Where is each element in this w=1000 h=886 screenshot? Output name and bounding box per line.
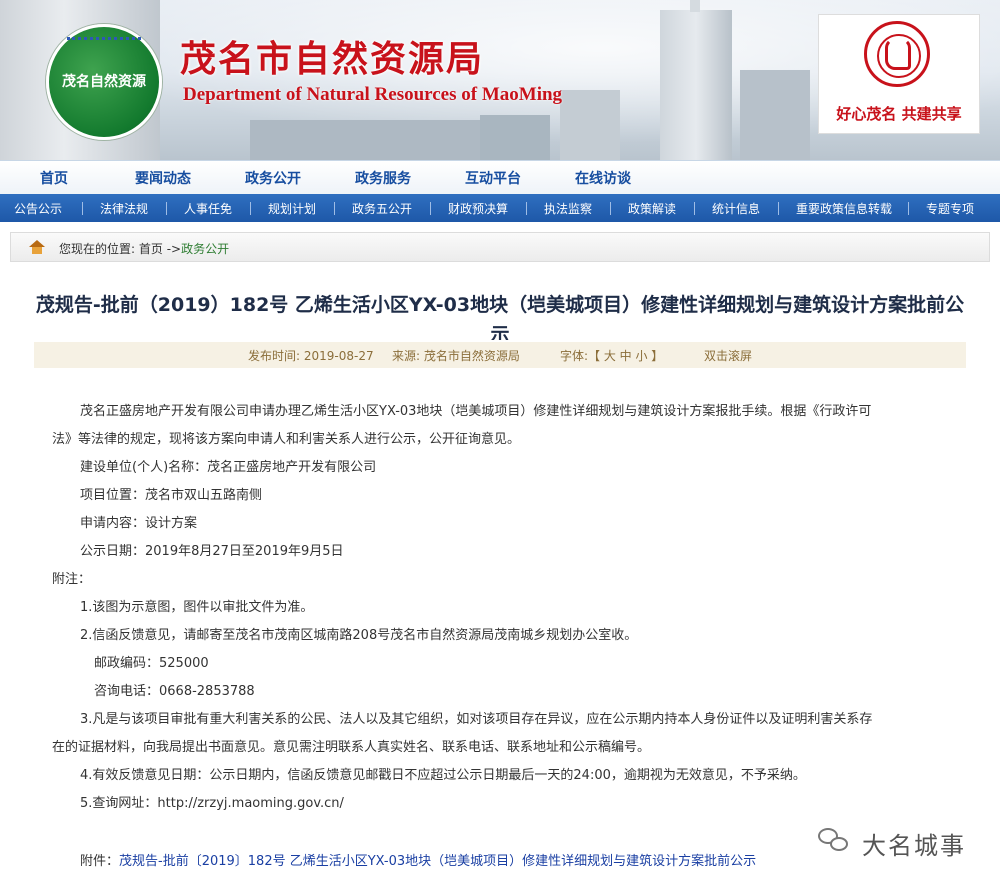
- nav-item-home[interactable]: 首页: [40, 168, 68, 188]
- subnav-item-five-open[interactable]: 政务五公开: [352, 200, 412, 217]
- attachment: 附件：茂规告-批前〔2019〕182号 乙烯生活小区YX-03地块（垲美城项目）…: [80, 850, 756, 869]
- body-paragraph: 申请内容：设计方案: [80, 516, 198, 531]
- subnav-divider: [694, 202, 695, 215]
- body-paragraph: 5.查询网址：http://zrzyj.maoming.gov.cn/: [80, 796, 344, 811]
- nav-item-interview[interactable]: 在线访谈: [575, 168, 631, 188]
- nav-item-gov-open[interactable]: 政务公开: [245, 168, 301, 188]
- body-paragraph: 邮政编码：525000: [94, 656, 209, 671]
- body-paragraph: 公示日期：2019年8月27日至2019年9月5日: [80, 544, 344, 559]
- breadcrumb-text: 您现在的位置: 首页 ->政务公开: [59, 240, 229, 257]
- body-paragraph: 3.凡是与该项目审批有重大利害关系的公民、法人以及其它组织，如对该项目存在异议，…: [80, 712, 873, 727]
- site-subtitle: Department of Natural Resources of MaoMi…: [183, 84, 563, 105]
- site-logo[interactable]: 茂名自然资源: [46, 24, 162, 140]
- nav-item-interaction[interactable]: 互动平台: [465, 168, 521, 188]
- seal-heart-mark: [885, 38, 911, 70]
- logo-text: 茂名自然资源: [62, 74, 146, 90]
- body-paragraph: 在的证据材料，向我局提出书面意见。意见需注明联系人真实姓名、联系电话、联系地址和…: [52, 740, 651, 755]
- double-click-scroll[interactable]: 双击滚屏: [704, 347, 752, 364]
- body-paragraph: 2.信函反馈意见，请邮寄至茂名市茂南区城南路208号茂名市自然资源局茂南城乡规划…: [80, 628, 638, 643]
- breadcrumb-home-link[interactable]: 首页: [139, 242, 163, 256]
- subnav-item-enforcement[interactable]: 执法监察: [544, 200, 592, 217]
- body-paragraph: 茂名正盛房地产开发有限公司申请办理乙烯生活小区YX-03地块（垲美城项目）修建性…: [80, 404, 872, 419]
- body-paragraph: 咨询电话：0668-2853788: [94, 684, 255, 699]
- banner-building: [480, 115, 550, 160]
- main-nav: 首页 要闻动态 政务公开 政务服务 互动平台 在线访谈: [0, 160, 1000, 195]
- banner-tower-image: [660, 0, 732, 160]
- seal-icon: [864, 21, 930, 87]
- nav-item-news[interactable]: 要闻动态: [135, 168, 191, 188]
- home-icon: [29, 240, 45, 254]
- subnav-divider: [526, 202, 527, 215]
- subnav-item-planning[interactable]: 规划计划: [268, 200, 316, 217]
- article-meta-bar: 发布时间: 2019-08-27 来源: 茂名市自然资源局 字体:【 大 中 小…: [34, 342, 966, 368]
- body-paragraph: 附注：: [52, 572, 92, 587]
- watermark: 大名城事: [818, 822, 988, 862]
- slogan-text: 好心茂名 共建共享: [836, 105, 962, 123]
- sub-nav: 公告公示 法律法规 人事任免 规划计划 政务五公开 财政预决算 执法监察 政策解…: [0, 194, 1000, 222]
- subnav-item-special[interactable]: 专题专项: [926, 200, 974, 217]
- font-size-selector[interactable]: 字体:【 大 中 小 】: [560, 347, 663, 364]
- subnav-item-statistics[interactable]: 统计信息: [712, 200, 760, 217]
- attachment-link[interactable]: 茂规告-批前〔2019〕182号 乙烯生活小区YX-03地块（垲美城项目）修建性…: [119, 854, 756, 869]
- attachment-label: 附件：: [80, 854, 120, 869]
- home-icon-roof: [29, 240, 45, 247]
- breadcrumb-arrow: ->: [162, 242, 182, 256]
- body-paragraph: 项目位置：茂名市双山五路南侧: [80, 488, 263, 503]
- breadcrumb: 您现在的位置: 首页 ->政务公开: [10, 232, 990, 262]
- subnav-item-laws[interactable]: 法律法规: [100, 200, 148, 217]
- publish-date: 发布时间: 2019-08-27: [248, 349, 374, 363]
- subnav-item-reprints[interactable]: 重要政策信息转载: [796, 200, 892, 217]
- chat-bubbles-icon: [818, 828, 850, 854]
- subnav-divider: [610, 202, 611, 215]
- watermark-text: 大名城事: [862, 832, 966, 860]
- home-icon-body: [32, 247, 42, 254]
- body-paragraph: 4.有效反馈意见日期：公示日期内，信函反馈意见邮戳日不应超过公示日期最后一天的2…: [80, 768, 806, 783]
- body-paragraph: 法》等法律的规定，现将该方案向申请人和利害关系人进行公示，公开征询意见。: [52, 432, 521, 447]
- subnav-divider: [908, 202, 909, 215]
- site-title: 茂名市自然资源局: [180, 38, 485, 80]
- subnav-item-policy[interactable]: 政策解读: [628, 200, 676, 217]
- banner-building: [560, 90, 620, 160]
- subnav-divider: [82, 202, 83, 215]
- article-source: 来源: 茂名市自然资源局: [392, 349, 520, 363]
- subnav-divider: [250, 202, 251, 215]
- body-paragraph: 1.该图为示意图，图件以审批文件为准。: [80, 600, 314, 615]
- breadcrumb-label: 您现在的位置:: [59, 242, 139, 256]
- breadcrumb-current[interactable]: 政务公开: [181, 242, 229, 256]
- article-title: 茂规告-批前（2019）182号 乙烯生活小区YX-03地块（垲美城项目）修建性…: [35, 294, 965, 340]
- subnav-item-personnel[interactable]: 人事任免: [184, 200, 232, 217]
- subnav-divider: [166, 202, 167, 215]
- chat-bubble: [830, 837, 848, 851]
- nav-item-gov-service[interactable]: 政务服务: [355, 168, 411, 188]
- subnav-divider: [334, 202, 335, 215]
- site-banner: 茂名自然资源 茂名市自然资源局 Department of Natural Re…: [0, 0, 1000, 160]
- banner-building: [740, 70, 810, 160]
- slogan-badge: 好心茂名 共建共享: [818, 14, 980, 134]
- subnav-item-budget[interactable]: 财政预决算: [448, 200, 508, 217]
- subnav-divider: [430, 202, 431, 215]
- subnav-divider: [778, 202, 779, 215]
- logo-dots: [67, 37, 141, 50]
- subnav-item-notices[interactable]: 公告公示: [14, 200, 62, 217]
- banner-building: [250, 120, 480, 160]
- body-paragraph: 建设单位(个人)名称：茂名正盛房地产开发有限公司: [80, 460, 377, 475]
